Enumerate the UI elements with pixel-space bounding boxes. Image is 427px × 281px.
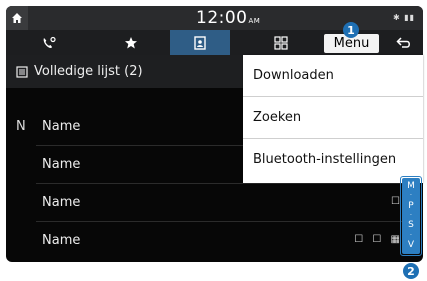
tab-recent-calls[interactable] xyxy=(24,30,74,55)
index-letter[interactable]: P xyxy=(408,201,413,211)
tab-keypad[interactable] xyxy=(256,30,306,55)
bluetooth-icon: ✱ xyxy=(392,13,401,22)
menu-item-downloaden[interactable]: Downloaden xyxy=(243,55,423,97)
back-icon xyxy=(396,36,410,48)
phone-recent-icon xyxy=(43,36,56,48)
back-button[interactable] xyxy=(385,30,423,55)
callout-badge-1: 1 xyxy=(343,22,359,38)
clock: 12:00AM xyxy=(196,8,260,28)
index-letter[interactable]: M xyxy=(407,182,415,191)
list-icon xyxy=(16,65,28,78)
signal-icon: ▮▮ xyxy=(404,13,415,22)
contact-row[interactable]: Name ☐ ☐ ▦ xyxy=(6,222,423,260)
clock-ampm: AM xyxy=(248,17,261,25)
contact-name: Name xyxy=(42,119,81,134)
alphabet-index-bar[interactable]: M · P · S · V xyxy=(402,178,420,254)
contact-name: Name xyxy=(42,233,81,248)
list-header-label: Volledige lijst (2) xyxy=(34,64,143,79)
index-dot: · xyxy=(410,231,412,239)
contact-name: Name xyxy=(42,195,81,210)
menu-item-zoeken[interactable]: Zoeken xyxy=(243,97,423,139)
contact-name: Name xyxy=(42,157,81,172)
index-dot: · xyxy=(410,211,412,219)
index-dot: · xyxy=(410,192,412,200)
menu-dropdown: Downloaden Zoeken Bluetooth-instellingen xyxy=(243,55,423,183)
clock-time: 12:00 xyxy=(196,8,248,28)
menu-item-bluetooth-settings[interactable]: Bluetooth-instellingen xyxy=(243,139,423,180)
tab-contacts[interactable] xyxy=(170,30,230,55)
status-bar: 12:00AM ✱ ▮▮ xyxy=(6,6,423,30)
row-index-letter: N xyxy=(16,119,26,134)
contacts-icon xyxy=(194,35,206,50)
contact-row[interactable]: Name ☐ xyxy=(6,184,423,222)
tab-favorites[interactable] xyxy=(106,30,156,55)
callout-badge-2: 2 xyxy=(403,263,419,279)
index-letter[interactable]: S xyxy=(408,221,414,230)
tab-bar: Menu xyxy=(6,30,423,55)
keypad-icon xyxy=(274,35,288,50)
home-icon xyxy=(12,13,22,23)
status-icons: ✱ ▮▮ xyxy=(393,13,415,22)
home-button[interactable] xyxy=(6,6,28,30)
contact-type-icons: ☐ ☐ ▦ xyxy=(354,234,403,245)
star-icon xyxy=(125,36,137,48)
index-letter[interactable]: V xyxy=(408,240,414,250)
